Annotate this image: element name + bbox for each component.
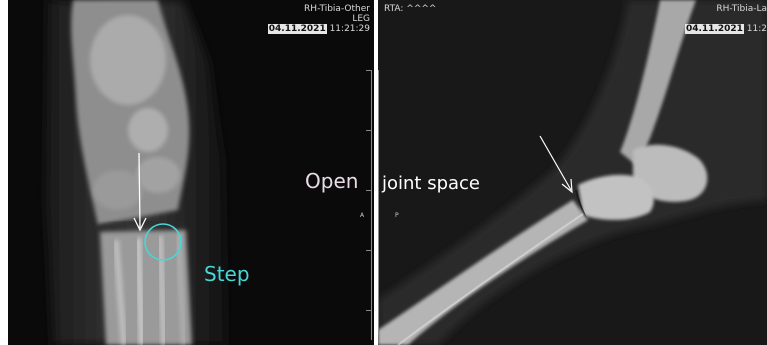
step-annotation: Step <box>204 262 250 286</box>
left-edge-ruler <box>378 70 379 335</box>
left-overlay-info: RH-Tibia-Other LEG 04.11.2021 11:21:29 <box>267 4 370 34</box>
measure-ruler <box>371 70 372 340</box>
left-datetime: 04.11.2021 11:21:29 <box>267 24 370 34</box>
right-overlay-info: RH-Tibia-La 04.11.2021 11:2 <box>684 4 767 34</box>
open-annotation-word: Open <box>305 169 359 193</box>
rta-label: RTA: ^^^^ <box>384 4 437 14</box>
left-time: 11:21:29 <box>329 24 370 34</box>
right-series-label: RH-Tibia-La <box>716 4 767 14</box>
metatarsal-bone <box>378 200 588 345</box>
right-orientation-mark: P <box>395 212 399 219</box>
left-series-label: RH-Tibia-Other <box>304 4 370 14</box>
left-body-part: LEG <box>352 14 370 24</box>
left-date: 04.11.2021 <box>267 24 327 34</box>
right-datetime: 04.11.2021 11:2 <box>684 24 767 34</box>
right-time: 11:2 <box>746 24 767 34</box>
xray-viewer: RH-Tibia-Other LEG 04.11.2021 11:21:29 S… <box>0 0 767 345</box>
joint-space-annotation: joint space <box>382 173 481 194</box>
left-orientation-mark: A <box>360 212 365 219</box>
right-date: 04.11.2021 <box>684 24 744 34</box>
tarsal-block <box>578 174 654 220</box>
